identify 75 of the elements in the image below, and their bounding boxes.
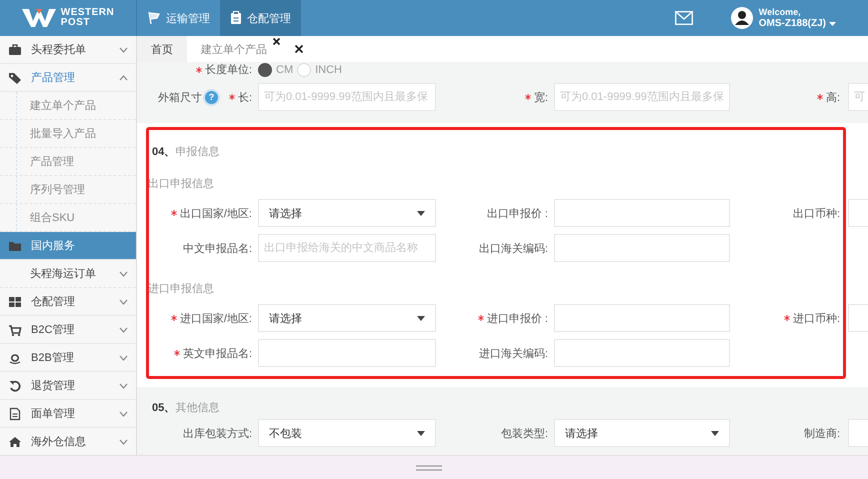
logo-icon — [22, 8, 56, 28]
field-label: 出口申报价 : — [486, 206, 548, 220]
sidebar-item[interactable]: 头程海运订单 — [0, 260, 136, 288]
briefcase-icon — [8, 42, 22, 56]
section-title: 其他信息 — [175, 400, 220, 414]
subsection-heading: 进口申报信息 — [147, 282, 215, 297]
text-field[interactable] — [554, 199, 730, 227]
radio-label: CM — [276, 64, 294, 76]
text-field[interactable] — [554, 304, 730, 332]
field-label: 进口海关编码: — [478, 346, 548, 360]
select-field[interactable]: 不包装 — [258, 419, 436, 447]
text-field[interactable]: 出口申报给海关的中文商品名称 — [258, 234, 436, 262]
radio-label: INCH — [315, 64, 342, 76]
field-label: 进口申报价 : — [486, 312, 548, 326]
close-icon — [295, 45, 303, 53]
field-label: 出口海关编码: — [478, 242, 548, 256]
field-label: 出库包装方式: — [182, 426, 252, 440]
sidebar-item[interactable]: 头程委托单 — [0, 36, 136, 64]
caret-icon — [417, 210, 425, 216]
select-field[interactable]: 请选择 — [258, 304, 436, 332]
field-label: 制造商: — [804, 426, 840, 440]
field-label: 长度单位: — [204, 62, 252, 77]
field-label: 高: — [826, 90, 840, 104]
field-label: 出口国家/地区: — [180, 206, 252, 220]
field-label: 包装类型: — [500, 426, 548, 440]
select-field[interactable]: 请选择 — [258, 199, 436, 227]
logo-text: WESTERN — [60, 8, 114, 18]
field-label: 进口国家/地区: — [180, 312, 252, 326]
section-number: 04、 — [152, 144, 176, 158]
sidebar-item[interactable]: 面单管理 — [0, 400, 136, 428]
field-label: 出口币种: — [792, 206, 840, 220]
group-label: 外箱尺寸 — [158, 90, 202, 104]
sidebar-item[interactable]: B2C管理 — [0, 316, 136, 344]
grid-icon — [8, 294, 22, 308]
text-field[interactable]: 可 — [848, 83, 868, 111]
sidebar-item[interactable]: 产品管理 — [0, 64, 136, 92]
welcome-text: Welcome, — [758, 7, 802, 18]
nav-tab[interactable]: 运输管理 — [137, 0, 220, 36]
tab[interactable]: 首页 — [137, 36, 187, 62]
drag-handle-icon[interactable] — [416, 464, 442, 470]
flag-icon — [147, 11, 161, 25]
field-label: 进口币种: — [792, 312, 840, 326]
clipboard-icon — [230, 11, 242, 25]
cart-icon — [8, 322, 22, 336]
nav-tab[interactable]: 仓配管理 — [220, 0, 301, 36]
sidebar-item[interactable]: 仓配管理 — [0, 288, 136, 316]
field-label: 英文申报品名: — [182, 346, 252, 360]
document-icon — [8, 406, 22, 420]
home-icon — [8, 434, 22, 448]
sidebar-item[interactable]: 国内服务 — [0, 232, 136, 260]
sidebar-item[interactable]: 退货管理 — [0, 372, 136, 400]
user-name[interactable]: OMS-Z188(ZJ) — [758, 18, 826, 29]
close-icon[interactable] — [273, 38, 280, 45]
field-label: 中文申报品名: — [182, 242, 252, 256]
logo-text: POST — [60, 18, 91, 28]
text-field[interactable] — [554, 234, 730, 262]
radio-button[interactable] — [258, 62, 272, 76]
select-field[interactable]: 请选择 — [554, 419, 730, 447]
caret-icon — [417, 430, 425, 436]
caret-icon[interactable] — [829, 22, 836, 26]
text-field[interactable] — [258, 339, 436, 367]
undo-icon — [8, 378, 22, 392]
caret-icon — [711, 430, 719, 436]
mail-icon[interactable] — [674, 11, 693, 25]
text-field[interactable]: 可为0.01-9999.99范围内且最多保 — [554, 83, 730, 111]
field-label: 长: — [238, 90, 252, 104]
sidebar-item[interactable]: B2B管理 — [0, 344, 136, 372]
text-field[interactable] — [554, 339, 730, 367]
tag-icon — [8, 70, 22, 84]
avatar-icon[interactable] — [730, 7, 753, 29]
text-field[interactable]: 可为0.01-9999.99范围内且最多保 — [258, 83, 436, 111]
section-title: 申报信息 — [175, 144, 220, 158]
caret-icon — [417, 316, 425, 320]
field-label: 宽: — [534, 90, 548, 104]
section-number: 05、 — [152, 400, 176, 414]
